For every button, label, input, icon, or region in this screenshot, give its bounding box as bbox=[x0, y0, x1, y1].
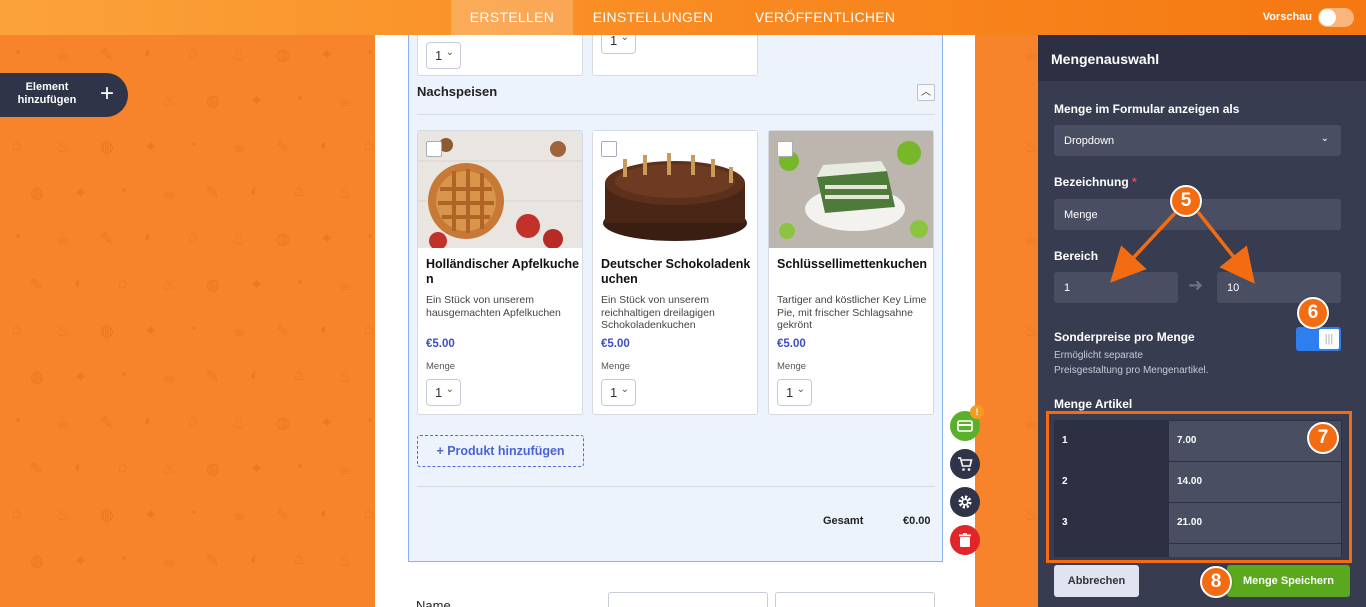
annotation-badge-8: 8 bbox=[1200, 566, 1232, 598]
annotation-badge-7: 7 bbox=[1307, 422, 1339, 454]
annotation-badge-6: 6 bbox=[1297, 297, 1329, 329]
annotation-badge-5: 5 bbox=[1170, 185, 1202, 217]
highlight-box bbox=[1046, 411, 1352, 563]
